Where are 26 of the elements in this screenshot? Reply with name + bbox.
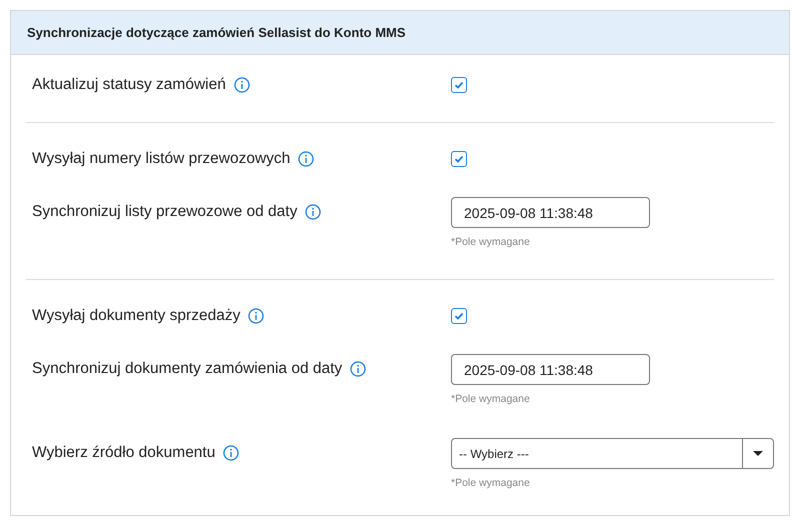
checkmark-icon	[454, 80, 464, 90]
required-hint: *Pole wymagane	[451, 477, 530, 489]
date-field[interactable]: 2025-09-08 11:38:48	[451, 197, 650, 228]
required-hint: *Pole wymagane	[451, 393, 530, 405]
checkbox[interactable]	[451, 77, 467, 93]
info-icon[interactable]	[234, 77, 250, 93]
checkmark-icon	[454, 154, 464, 164]
panel-title: Synchronizacje dotyczące zamówień Sellasist do Konto MMS	[11, 11, 789, 55]
source-dropdown[interactable]: -- Wybierz ---	[451, 438, 774, 469]
checkbox[interactable]	[451, 308, 467, 324]
setting-label: Synchronizuj listy przewozowe od daty	[32, 203, 298, 221]
caret-icon	[753, 450, 763, 456]
setting-label: Wysyłaj numery listów przewozowych	[32, 150, 290, 168]
info-icon[interactable]	[223, 445, 240, 461]
setting-label: Synchronizuj dokumenty zamówienia od daty	[32, 360, 342, 378]
checkmark-icon	[454, 311, 464, 321]
setting-label: Wybierz źródło dokumentu	[32, 444, 216, 462]
info-icon[interactable]	[350, 361, 366, 377]
checkbox[interactable]	[451, 151, 467, 167]
setting-label: Wysyłaj dokumenty sprzedaży	[32, 307, 240, 325]
info-icon[interactable]	[248, 308, 264, 324]
setting-label: Aktualizuj statusy zamówień	[32, 76, 226, 94]
info-icon[interactable]	[298, 151, 314, 167]
info-icon[interactable]	[305, 204, 322, 220]
required-hint: *Pole wymagane	[451, 236, 530, 248]
date-field[interactable]: 2025-09-08 11:38:48	[451, 354, 650, 385]
